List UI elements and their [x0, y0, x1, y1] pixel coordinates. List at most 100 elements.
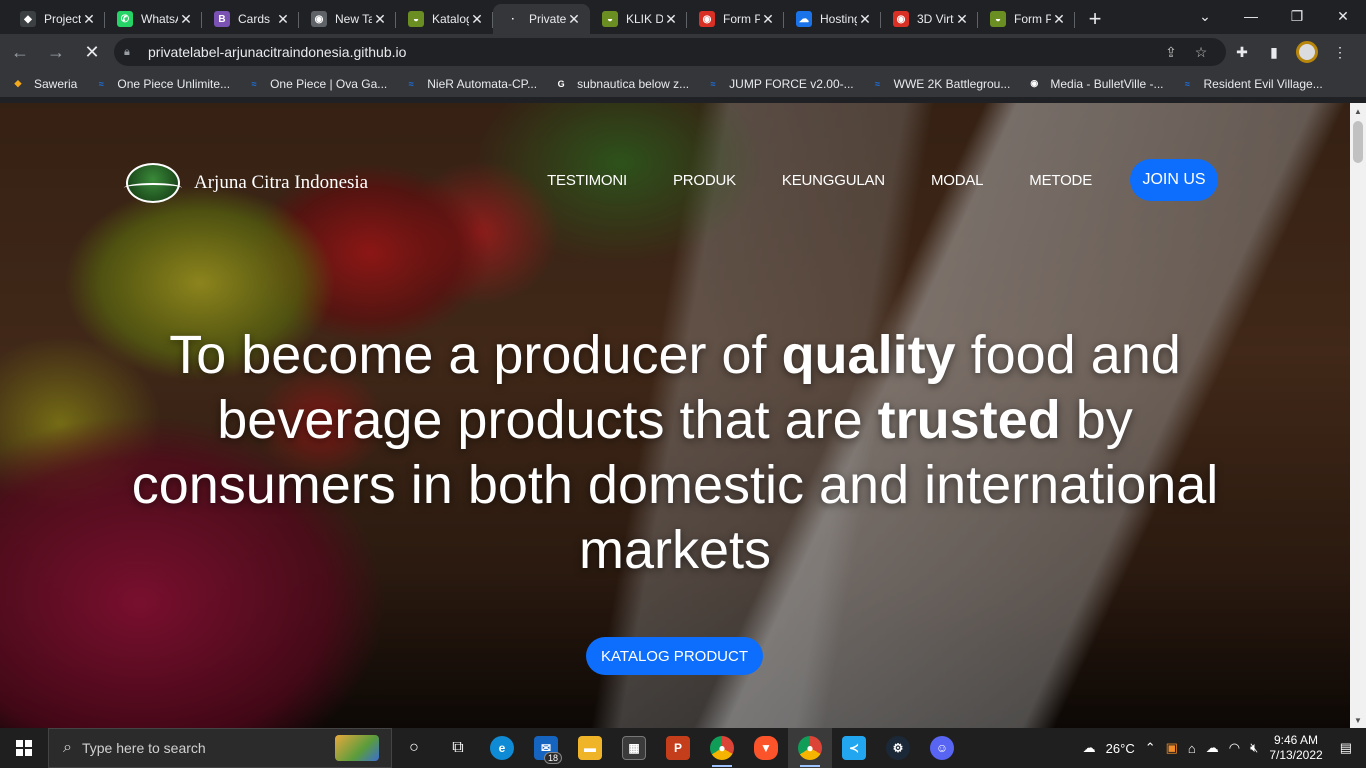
bookmark-item[interactable]: ≈ Resident Evil Village...	[1180, 77, 1323, 91]
tab-close-icon[interactable]: ✕	[566, 11, 582, 28]
task-view-icon[interactable]: ⧉	[436, 728, 480, 768]
bookmark-item[interactable]: ≈ NieR Automata-CP...	[403, 77, 537, 91]
weather-icon[interactable]: ☁	[1083, 740, 1096, 756]
bookmark-label: Saweria	[34, 76, 78, 91]
tab-close-icon[interactable]: ✕	[372, 11, 388, 28]
browser-tab[interactable]: ◉ New Tab✕	[299, 4, 396, 34]
join-us-button[interactable]: JOIN US	[1130, 159, 1218, 201]
store-icon[interactable]: ▦	[612, 728, 656, 768]
clock[interactable]: 9:46 AM 7/13/2022	[1269, 733, 1322, 763]
tab-close-icon[interactable]: ✕	[857, 11, 873, 28]
browser-tab[interactable]: · Private ✕	[493, 4, 590, 34]
bookmark-item[interactable]: ≈ JUMP FORCE v2.00-...	[705, 76, 854, 91]
windows-taskbar: ⌕ Type here to search ○ ⧉ e ✉ 18 ▬ ▦ P ● …	[0, 728, 1366, 768]
nav-testimoni[interactable]: TESTIMONI	[547, 172, 627, 189]
chrome-icon[interactable]: ●	[700, 728, 744, 768]
browser-tab[interactable]: ✆ WhatsApp✕	[105, 4, 202, 34]
tray-overflow-icon[interactable]: ⌃	[1145, 740, 1156, 756]
brand-name[interactable]: Arjuna Citra Indonesia	[194, 172, 368, 194]
chrome-active-icon[interactable]: ●	[788, 728, 832, 768]
tray-app-icon[interactable]: ▣	[1166, 740, 1178, 756]
vscode-icon[interactable]: ≺	[832, 728, 876, 768]
search-highlight-icon[interactable]	[335, 735, 379, 761]
share-icon[interactable]: ⇪	[1156, 44, 1186, 61]
cortana-icon[interactable]: ○	[392, 728, 436, 768]
browser-tab[interactable]: B Cards ✕	[202, 4, 299, 34]
tab-close-icon[interactable]: ✕	[81, 11, 97, 28]
nav-metode[interactable]: METODE	[1029, 172, 1092, 189]
start-button[interactable]	[0, 728, 48, 768]
profile-avatar[interactable]	[1296, 41, 1318, 63]
bookmark-item[interactable]: ≈ One Piece | Ova Ga...	[246, 77, 388, 91]
mail-icon[interactable]: ✉ 18	[524, 728, 568, 768]
tab-favicon-icon: ·	[505, 11, 521, 27]
close-window-button[interactable]: ✕	[1320, 0, 1366, 32]
file-explorer-icon[interactable]: ▬	[568, 728, 612, 768]
bookmark-item[interactable]: ≈ One Piece Unlimite...	[93, 77, 230, 91]
tab-favicon-icon: ✆	[117, 11, 133, 27]
system-tray: ☁ 26°C ⌃ ▣ ⌂ ☁ ◠ 🔇︎ 9:46 AM 7/13/2022 ▤	[1078, 728, 1366, 768]
notifications-icon[interactable]: ▤	[1340, 740, 1352, 756]
katalog-product-button[interactable]: KATALOG PRODUCT	[586, 637, 763, 675]
tab-close-icon[interactable]: ✕	[1051, 11, 1067, 28]
scroll-down-arrow-icon[interactable]: ▼	[1350, 712, 1366, 728]
discord-icon[interactable]: ☺	[920, 728, 964, 768]
tab-close-icon[interactable]: ✕	[275, 11, 291, 28]
scroll-up-arrow-icon[interactable]: ▲	[1350, 103, 1366, 119]
browser-tab[interactable]: ◉ 3D Virt ✕	[881, 4, 978, 34]
window-controls: ⌄ — ❐ ✕	[1182, 0, 1366, 32]
brave-icon[interactable]: ▼	[744, 728, 788, 768]
forward-button[interactable]: →	[40, 38, 72, 66]
bookmark-item[interactable]: Gsubnautica below z...	[553, 77, 690, 91]
tab-close-icon[interactable]: ✕	[760, 11, 776, 28]
tab-close-icon[interactable]: ✕	[469, 11, 485, 28]
tab-close-icon[interactable]: ✕	[178, 11, 194, 28]
browser-tab[interactable]: ◆ Project ✕	[8, 4, 105, 34]
minimize-button[interactable]: —	[1228, 0, 1274, 32]
browser-tab[interactable]: ☁ Hosting ✕	[784, 4, 881, 34]
volume-icon[interactable]: 🔇︎	[1250, 740, 1258, 756]
bookmark-star-icon[interactable]: ☆	[1186, 44, 1216, 61]
tab-search-icon[interactable]: ⌄	[1182, 0, 1228, 32]
browser-tab[interactable]: ◒ Katalog ✕	[396, 4, 493, 34]
edge-icon[interactable]: e	[480, 728, 524, 768]
tab-favicon-icon: ☁	[796, 11, 812, 27]
powerpoint-icon[interactable]: P	[656, 728, 700, 768]
brand[interactable]: Arjuna Citra Indonesia	[124, 163, 368, 203]
bookmark-item[interactable]: ≈ WWE 2K Battlegrou...	[870, 77, 1010, 91]
lock-icon[interactable]: 🔒︎	[124, 46, 138, 59]
menu-icon[interactable]: ⋮	[1324, 38, 1356, 66]
bookmark-item[interactable]: ◆ Saweria	[10, 76, 78, 91]
tab-close-icon[interactable]: ✕	[954, 11, 970, 28]
bookmark-favicon-icon: ≈	[98, 78, 104, 89]
bookmark-item[interactable]: ◉ Media - BulletVille -...	[1026, 77, 1163, 91]
tab-strip: ◆Project✕✆WhatsApp✕BCards✕◉New Tab✕◒Kata…	[0, 0, 1366, 34]
nav-produk[interactable]: PRODUK	[673, 172, 736, 189]
taskbar-search[interactable]: ⌕ Type here to search	[48, 728, 392, 768]
nav-modal[interactable]: MODAL	[931, 172, 984, 189]
steam-icon[interactable]: ⚙	[876, 728, 920, 768]
extensions-icon[interactable]: ✚	[1226, 38, 1258, 66]
page-scrollbar[interactable]: ▲ ▼	[1350, 103, 1366, 728]
side-panel-icon[interactable]: ▮	[1258, 38, 1290, 66]
stop-loading-button[interactable]: ✕	[76, 38, 108, 66]
browser-tab[interactable]: ◒ Form P ✕	[978, 4, 1075, 34]
bookmark-label: JUMP FORCE v2.00-...	[729, 76, 854, 91]
search-placeholder: Type here to search	[81, 740, 206, 756]
back-button[interactable]: ←	[4, 38, 36, 66]
brand-logo[interactable]	[124, 163, 182, 203]
weather-text[interactable]: 26°C	[1106, 741, 1135, 756]
address-bar[interactable]: 🔒︎ privatelabel-arjunacitraindonesia.git…	[114, 38, 1226, 66]
browser-tab[interactable]: ◉ Form P ✕	[687, 4, 784, 34]
restore-button[interactable]: ❐	[1274, 0, 1320, 32]
url-text[interactable]: privatelabel-arjunacitraindonesia.github…	[148, 44, 1156, 60]
new-tab-button[interactable]: +	[1079, 4, 1111, 34]
tray-device-icon[interactable]: ⌂	[1188, 741, 1196, 756]
nav-keunggulan[interactable]: KEUNGGULAN	[782, 172, 885, 189]
tab-close-icon[interactable]: ✕	[663, 11, 679, 28]
onedrive-icon[interactable]: ☁	[1206, 740, 1219, 756]
screen: ◆Project✕✆WhatsApp✕BCards✕◉New Tab✕◒Kata…	[0, 0, 1366, 768]
browser-tab[interactable]: ◒ KLIK D ✕	[590, 4, 687, 34]
wifi-icon[interactable]: ◠	[1229, 740, 1240, 756]
scroll-thumb[interactable]	[1353, 121, 1363, 163]
